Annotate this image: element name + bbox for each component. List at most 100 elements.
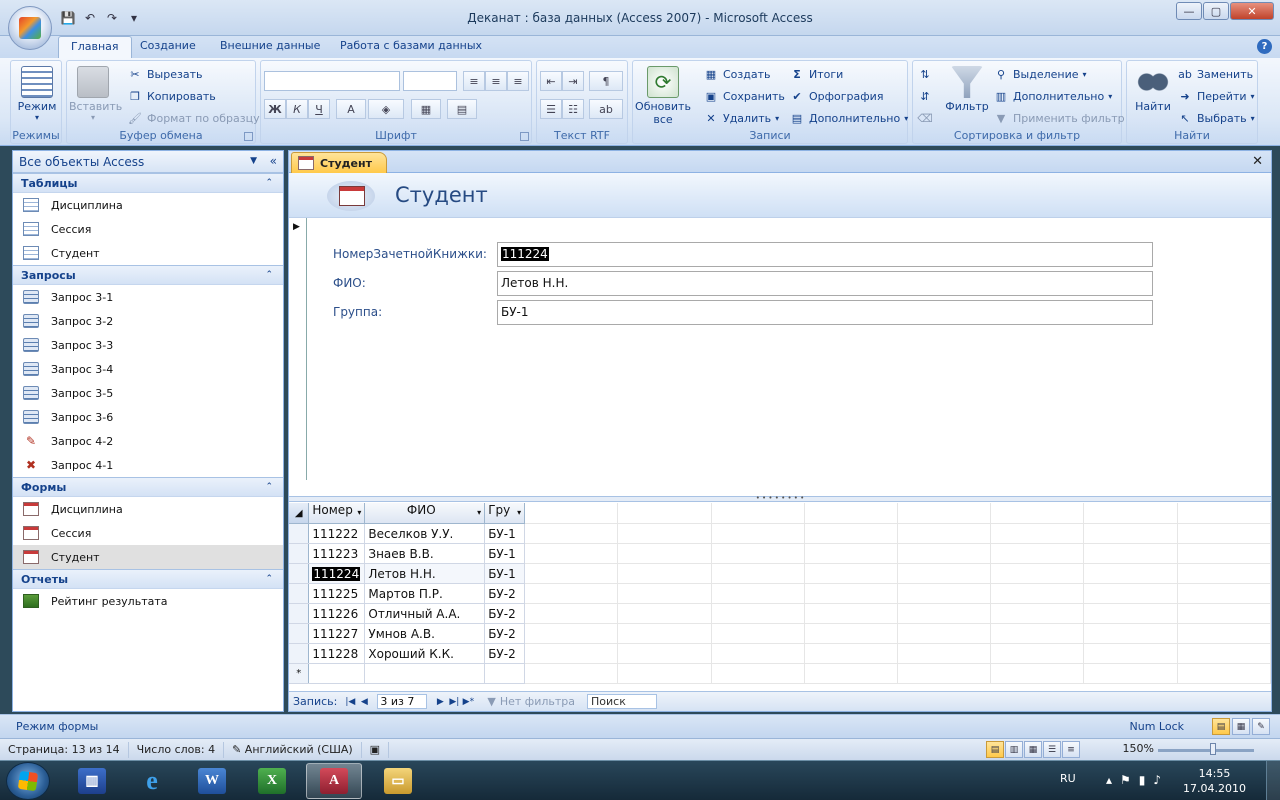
field-record-book[interactable]: 111224 [497, 242, 1153, 267]
delete-record-button[interactable]: ✕ Удалить ▾ [703, 109, 779, 127]
cut-button[interactable]: ✂ Вырезать [127, 65, 202, 83]
nav-item-queries[interactable]: Запрос 3-3 [13, 333, 283, 357]
row-selector[interactable] [289, 623, 310, 644]
table-cell[interactable]: 111225 [308, 583, 366, 604]
nav-item-tables[interactable]: Дисциплина [13, 193, 283, 217]
new-record-icon[interactable]: ▶* [461, 697, 475, 707]
split-form-splitter[interactable]: • • • • • • • • [289, 495, 1271, 502]
full-screen-icon[interactable]: ▥ [1005, 741, 1023, 758]
numbering-icon[interactable]: ☷ [562, 99, 584, 119]
collapse-pane-icon[interactable]: « [270, 154, 277, 168]
dialog-launcher-icon[interactable] [244, 132, 253, 141]
layout-view-icon[interactable]: ▦ [1232, 718, 1250, 735]
tab-create[interactable]: Создание [128, 36, 208, 58]
row-selector[interactable] [289, 563, 310, 584]
chevron-down-icon[interactable]: ▾ [517, 503, 521, 523]
font-color-button[interactable]: А [336, 99, 366, 119]
column-header[interactable]: ▾ Гру [484, 503, 526, 524]
nav-item-reports[interactable]: Рейтинг результата [13, 589, 283, 613]
nav-item-forms[interactable]: Студент [13, 545, 283, 569]
office-button[interactable] [8, 6, 52, 50]
row-selector[interactable] [289, 603, 310, 624]
format-painter-button[interactable]: 🖌 Формат по образцу [127, 109, 260, 127]
replace-button[interactable]: ab Заменить [1177, 65, 1253, 83]
filter-button[interactable]: Фильтр [943, 63, 991, 113]
design-view-icon[interactable]: ✎ [1252, 718, 1270, 735]
web-layout-icon[interactable]: ▦ [1024, 741, 1042, 758]
table-cell[interactable]: БУ-2 [484, 623, 526, 644]
form-view-icon[interactable]: ▤ [1212, 718, 1230, 735]
sort-descending-icon[interactable]: ⇵ [917, 87, 933, 105]
table-cell[interactable]: 111222 [308, 523, 366, 544]
nav-item-queries[interactable]: ✖ Запрос 4-1 [13, 453, 283, 477]
clear-sort-icon[interactable]: ⌫ [917, 109, 933, 127]
taskbar-internet-explorer[interactable]: e [124, 763, 180, 799]
spelling-button[interactable]: ✔ Орфография [789, 87, 883, 105]
record-selector[interactable]: ▶ [289, 218, 307, 480]
collapse-section-icon[interactable]: ⌃ [265, 178, 273, 188]
table-cell[interactable]: 111227 [308, 623, 366, 644]
bold-button[interactable]: Ж [264, 99, 286, 119]
table-cell[interactable]: Веселков У.У. [364, 523, 486, 544]
taskbar-explorer[interactable]: ▭ [370, 763, 426, 799]
network-icon[interactable]: ▮ [1139, 773, 1146, 787]
minimize-button[interactable]: — [1176, 2, 1202, 20]
align-center-icon[interactable]: ≡ [485, 71, 507, 91]
close-document-icon[interactable]: ✕ [1252, 154, 1263, 169]
indent-decrease-icon[interactable]: ⇤ [540, 71, 562, 91]
table-row[interactable]: 111225 Мартов П.Р. БУ-2 [289, 583, 1271, 604]
zoom-slider-handle[interactable] [1210, 743, 1216, 755]
find-button[interactable]: Найти [1129, 63, 1177, 113]
filter-indicator[interactable]: ▼ Нет фильтра [487, 695, 575, 708]
record-position-input[interactable]: 3 из 7 [377, 694, 428, 709]
nav-header[interactable]: Все объекты Access ▼ « [13, 151, 283, 173]
tray-arrow-icon[interactable]: ▴ [1106, 773, 1112, 787]
save-record-button[interactable]: ▣ Сохранить [703, 87, 785, 105]
table-cell[interactable]: 111224 [308, 563, 366, 584]
search-input[interactable]: Поиск [587, 694, 657, 709]
table-cell[interactable]: Мартов П.Р. [364, 583, 486, 604]
table-cell[interactable]: БУ-2 [484, 603, 526, 624]
collapse-section-icon[interactable]: ⌃ [265, 482, 273, 492]
clock[interactable]: 14:55 17.04.2010 [1183, 766, 1246, 796]
table-cell[interactable]: Отличный А.А. [364, 603, 486, 624]
view-button[interactable]: Режим ▾ [13, 63, 61, 122]
dialog-launcher-icon[interactable] [520, 132, 529, 141]
font-name-box[interactable] [264, 71, 400, 91]
underline-button[interactable]: Ч [308, 99, 330, 119]
paste-button[interactable]: Вставить ▾ [69, 63, 122, 122]
highlight-icon[interactable]: ab [589, 99, 623, 119]
copy-button[interactable]: ❐ Копировать [127, 87, 216, 105]
field-group[interactable]: БУ-1 [497, 300, 1153, 325]
zoom-slider[interactable] [1158, 749, 1254, 752]
table-row[interactable]: 111224 Летов Н.Н. БУ-1 [289, 563, 1271, 584]
taskbar-excel[interactable]: X [244, 763, 300, 799]
table-cell[interactable]: 111223 [308, 543, 366, 564]
select-button[interactable]: ↖ Выбрать ▾ [1177, 109, 1254, 127]
indent-increase-icon[interactable]: ⇥ [562, 71, 584, 91]
table-cell[interactable] [364, 663, 486, 684]
macro-icon[interactable]: ▣ [362, 741, 390, 758]
align-right-icon[interactable]: ≡ [507, 71, 529, 91]
font-size-box[interactable] [403, 71, 457, 91]
nav-section-tables[interactable]: Таблицы ⌃ [13, 173, 283, 193]
nav-item-queries[interactable]: ✎ Запрос 4-2 [13, 429, 283, 453]
table-row[interactable]: 111228 Хороший К.К. БУ-2 [289, 643, 1271, 664]
totals-button[interactable]: Σ Итоги [789, 65, 843, 83]
action-center-icon[interactable]: ⚑ [1120, 773, 1131, 787]
start-button[interactable] [6, 762, 50, 800]
align-left-icon[interactable]: ≡ [463, 71, 485, 91]
italic-button[interactable]: К [286, 99, 308, 119]
nav-item-queries[interactable]: Запрос 3-4 [13, 357, 283, 381]
selection-button[interactable]: ⚲ Выделение ▾ [993, 65, 1087, 83]
last-record-icon[interactable]: ▶| [447, 697, 461, 707]
table-row[interactable]: 111222 Веселков У.У. БУ-1 [289, 523, 1271, 544]
table-cell[interactable]: 111226 [308, 603, 366, 624]
nav-item-forms[interactable]: Сессия [13, 521, 283, 545]
nav-item-forms[interactable]: Дисциплина [13, 497, 283, 521]
paragraph-icon[interactable]: ¶ [589, 71, 623, 91]
tab-home[interactable]: Главная [58, 36, 132, 58]
gridlines-icon[interactable]: ▦ [411, 99, 441, 119]
table-cell[interactable]: Летов Н.Н. [364, 563, 486, 584]
next-record-icon[interactable]: ▶ [433, 697, 447, 707]
